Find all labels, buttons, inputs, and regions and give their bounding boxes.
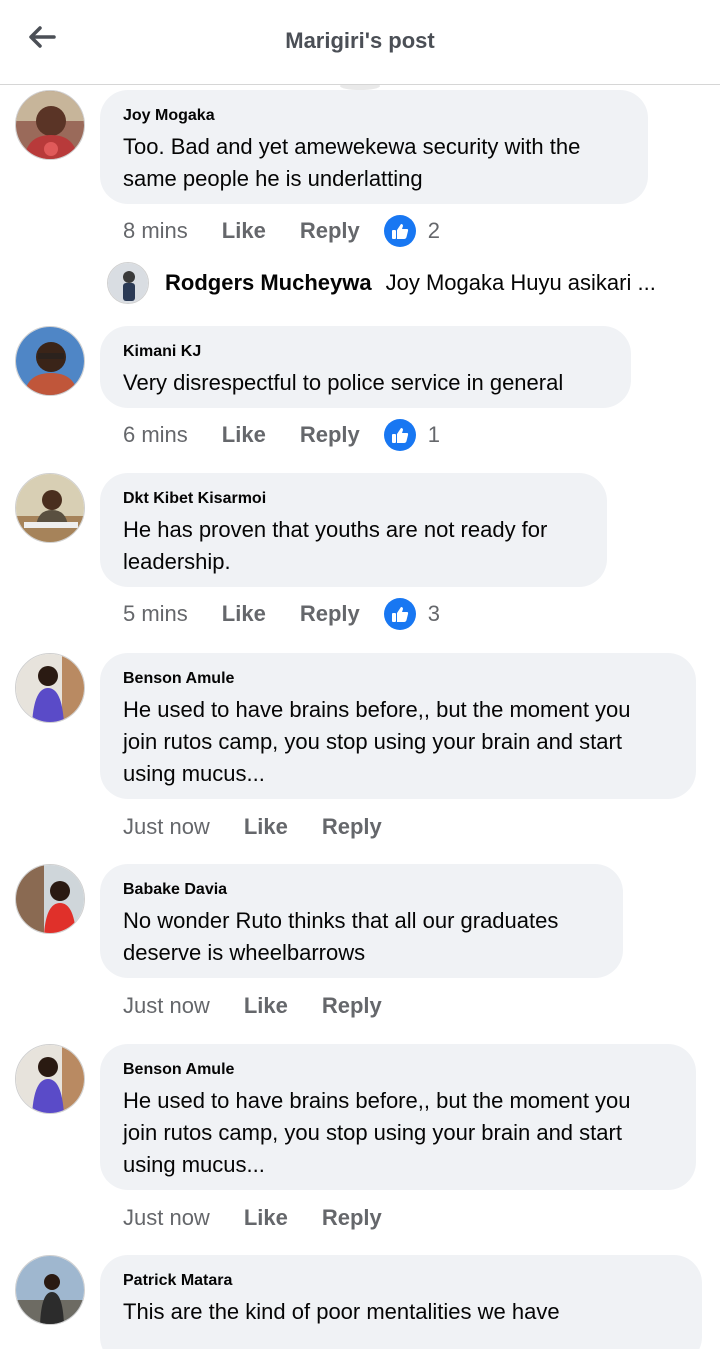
thumbs-up-icon <box>383 419 416 451</box>
comment-line: He used to have brains before,, but the … <box>123 697 631 722</box>
reply-author: Rodgers Mucheywa <box>165 270 372 295</box>
reaction-summary[interactable]: 2 <box>383 215 440 247</box>
reply-snippet: Joy Mogaka Huyu asikari ... <box>385 270 656 295</box>
comment-bubble: Babake Davia No wonder Ruto thinks that … <box>100 864 623 978</box>
comment-line: Very disrespectful to police service in … <box>123 370 564 395</box>
comment-time: 6 mins <box>123 422 188 447</box>
comment-author[interactable]: Benson Amule <box>123 1061 673 1079</box>
avatar[interactable] <box>15 90 85 160</box>
comment-actions: 8 mins Like Reply 2 <box>123 214 440 248</box>
comment-actions: Just now Like Reply <box>123 810 416 844</box>
avatar[interactable] <box>15 1044 85 1114</box>
comment-text: Very disrespectful to police service in … <box>123 367 608 399</box>
thumbs-up-icon <box>383 215 416 247</box>
reaction-count: 3 <box>427 601 440 626</box>
comment-author[interactable]: Babake Davia <box>123 881 600 899</box>
reaction-summary[interactable]: 3 <box>383 598 440 630</box>
comment-line: No wonder Ruto thinks that all our gradu… <box>123 908 559 933</box>
reply-button[interactable]: Reply <box>322 814 382 840</box>
comment-bubble: Patrick Matara This are the kind of poor… <box>100 1255 702 1349</box>
post-comments-screen: Marigiri's post Joy Mogaka Too. Bad and … <box>0 0 720 1349</box>
reply-button[interactable]: Reply <box>300 218 360 244</box>
comment-author[interactable]: Patrick Matara <box>123 1272 679 1290</box>
reaction-summary[interactable]: 1 <box>383 419 440 451</box>
comment-time: 8 mins <box>123 218 188 243</box>
avatar[interactable] <box>107 262 149 304</box>
comment-text: No wonder Ruto thinks that all our gradu… <box>123 905 600 969</box>
comment-bubble: Benson Amule He used to have brains befo… <box>100 653 696 799</box>
comment-time: Just now <box>123 993 210 1018</box>
avatar[interactable] <box>15 473 85 543</box>
comment-time: Just now <box>123 1205 210 1230</box>
comment-line: He has proven that youths are not ready … <box>123 517 548 542</box>
comment-author[interactable]: Dkt Kibet Kisarmoi <box>123 490 584 508</box>
comment-line: using mucus... <box>123 761 265 786</box>
comment-text: He has proven that youths are not ready … <box>123 514 584 578</box>
comment-author[interactable]: Benson Amule <box>123 670 673 688</box>
reply-button[interactable]: Reply <box>300 601 360 627</box>
avatar[interactable] <box>15 653 85 723</box>
like-button[interactable]: Like <box>244 1205 288 1231</box>
comment-actions: 6 mins Like Reply 1 <box>123 418 440 452</box>
comment-bubble: Kimani KJ Very disrespectful to police s… <box>100 326 631 408</box>
comment-bubble: Benson Amule He used to have brains befo… <box>100 1044 696 1190</box>
avatar[interactable] <box>15 864 85 934</box>
like-button[interactable]: Like <box>244 993 288 1019</box>
comment-actions: Just now Like Reply <box>123 1201 416 1235</box>
comment-line: Too. Bad and yet amewekewa security with… <box>123 134 581 159</box>
like-button[interactable]: Like <box>222 601 266 627</box>
comment-text: He used to have brains before,, but the … <box>123 694 673 790</box>
page-title: Marigiri's post <box>285 28 435 53</box>
comment-actions: 5 mins Like Reply 3 <box>123 597 440 631</box>
comment-line: join rutos camp, you stop using your bra… <box>123 1120 622 1145</box>
comment-bubble: Dkt Kibet Kisarmoi He has proven that yo… <box>100 473 607 587</box>
reply-button[interactable]: Reply <box>322 993 382 1019</box>
comment-author[interactable]: Kimani KJ <box>123 343 608 361</box>
reply-preview[interactable]: Rodgers Mucheywa Joy Mogaka Huyu asikari… <box>107 262 707 304</box>
avatar[interactable] <box>15 1255 85 1325</box>
comment-line: This are the kind of poor mentalities we… <box>123 1299 560 1324</box>
like-button[interactable]: Like <box>222 218 266 244</box>
thumbs-up-icon <box>383 598 416 630</box>
like-button[interactable]: Like <box>244 814 288 840</box>
top-bar: Marigiri's post <box>0 0 720 85</box>
comment-time: 5 mins <box>123 601 188 626</box>
comment-bubble: Joy Mogaka Too. Bad and yet amewekewa se… <box>100 90 648 204</box>
comment-line: same people he is underlatting <box>123 166 423 191</box>
comment-actions: Just now Like Reply <box>123 989 416 1023</box>
comment-time: Just now <box>123 814 210 839</box>
like-button[interactable]: Like <box>222 422 266 448</box>
comment-line: deserve is wheelbarrows <box>123 940 366 965</box>
comment-line: leadership. <box>123 549 231 574</box>
reaction-count: 2 <box>427 218 440 243</box>
reply-button[interactable]: Reply <box>322 1205 382 1231</box>
comment-text: Too. Bad and yet amewekewa security with… <box>123 131 625 195</box>
comment-text: He used to have brains before,, but the … <box>123 1085 673 1181</box>
avatar[interactable] <box>15 326 85 396</box>
comment-line: using mucus... <box>123 1152 265 1177</box>
comment-author[interactable]: Joy Mogaka <box>123 107 625 125</box>
comment-line: He used to have brains before,, but the … <box>123 1088 631 1113</box>
comment-text: This are the kind of poor mentalities we… <box>123 1296 679 1328</box>
reply-button[interactable]: Reply <box>300 422 360 448</box>
comment-line: join rutos camp, you stop using your bra… <box>123 729 622 754</box>
reaction-count: 1 <box>427 422 440 447</box>
